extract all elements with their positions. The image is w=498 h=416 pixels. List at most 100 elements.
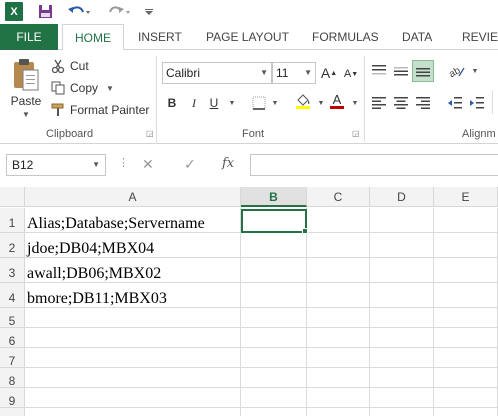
chevron-down-icon[interactable]: ▼ [260, 63, 268, 83]
row-header-8[interactable]: 8 [0, 368, 25, 388]
shrink-font-button[interactable]: A ▼ [342, 65, 360, 83]
cell-d2[interactable] [370, 233, 434, 258]
align-center-button[interactable] [392, 94, 410, 112]
row-header-5[interactable]: 5 [0, 308, 25, 328]
column-header-b[interactable]: B [241, 187, 307, 207]
insert-function-icon[interactable]: fx [222, 156, 234, 171]
cell-b2[interactable] [241, 233, 307, 258]
decrease-indent-button[interactable] [446, 94, 464, 112]
tab-data[interactable]: DATA [402, 24, 432, 50]
cell-e4[interactable] [434, 283, 498, 308]
tab-formulas[interactable]: FORMULAS [312, 24, 379, 50]
cell-a10[interactable] [25, 408, 241, 416]
cancel-icon[interactable]: ✕ [142, 156, 154, 173]
align-top-button[interactable] [370, 62, 388, 80]
format-painter-button[interactable]: Format Painter [50, 100, 149, 120]
tab-file[interactable]: FILE [0, 24, 58, 50]
cell-c6[interactable] [307, 328, 370, 348]
row-header-9[interactable]: 9 [0, 388, 25, 408]
cell-b3[interactable] [241, 258, 307, 283]
grow-font-button[interactable]: A ▲ [320, 64, 338, 82]
name-box[interactable]: B12 ▼ [6, 154, 106, 176]
chevron-down-icon[interactable]: ▼ [304, 63, 312, 83]
select-all-corner[interactable] [0, 187, 25, 207]
cell-c2[interactable] [307, 233, 370, 258]
align-right-button[interactable] [414, 94, 432, 112]
chevron-down-icon[interactable]: ▼ [92, 155, 100, 175]
cell-a6[interactable] [25, 328, 241, 348]
cell-d5[interactable] [370, 308, 434, 328]
cell-e7[interactable] [434, 348, 498, 368]
column-header-a[interactable]: A [25, 187, 241, 207]
cell-a2[interactable]: jdoe;DB04;MBX04 [25, 233, 241, 258]
cell-e5[interactable] [434, 308, 498, 328]
cell-d6[interactable] [370, 328, 434, 348]
cell-d3[interactable] [370, 258, 434, 283]
font-name-combo[interactable]: Calibri ▼ [162, 62, 272, 84]
bold-button[interactable]: B [163, 94, 181, 112]
cell-a8[interactable] [25, 368, 241, 388]
cell-d1[interactable] [370, 208, 434, 233]
cell-c10[interactable] [307, 408, 370, 416]
orientation-button[interactable]: ab [448, 62, 466, 80]
cell-a3[interactable]: awall;DB06;MBX02 [25, 258, 241, 283]
copy-button[interactable]: Copy ▼ [50, 78, 114, 98]
enter-icon[interactable]: ✓ [184, 156, 196, 173]
cell-d8[interactable] [370, 368, 434, 388]
row-header-7[interactable]: 7 [0, 348, 25, 368]
save-button[interactable] [36, 2, 54, 21]
cell-c3[interactable] [307, 258, 370, 283]
redo-button[interactable] [106, 2, 132, 21]
cell-a1[interactable]: Alias;Database;Servername [25, 208, 241, 233]
cell-d7[interactable] [370, 348, 434, 368]
chevron-down-icon[interactable]: ▼ [106, 84, 114, 93]
chevron-down-icon[interactable]: ▼ [223, 94, 241, 112]
font-launcher-icon[interactable]: ◲ [352, 130, 360, 138]
fill-handle[interactable] [302, 228, 308, 234]
customize-toolbar-icon[interactable] [142, 2, 156, 21]
cell-e6[interactable] [434, 328, 498, 348]
row-header-10[interactable]: 10 [0, 408, 25, 416]
italic-button[interactable]: I [185, 94, 203, 112]
row-header-6[interactable]: 6 [0, 328, 25, 348]
cell-c1[interactable] [307, 208, 370, 233]
column-header-c[interactable]: C [307, 187, 370, 207]
cell-e1[interactable] [434, 208, 498, 233]
tab-review[interactable]: REVIEW [462, 24, 498, 50]
clipboard-launcher-icon[interactable]: ◲ [146, 130, 154, 138]
cell-c8[interactable] [307, 368, 370, 388]
cell-b5[interactable] [241, 308, 307, 328]
chevron-down-icon[interactable]: ▼ [266, 94, 284, 112]
formula-bar-grip-icon[interactable]: ⋮ [118, 156, 129, 169]
chevron-down-icon[interactable]: ▼ [466, 62, 484, 80]
cell-a9[interactable] [25, 388, 241, 408]
cell-a5[interactable] [25, 308, 241, 328]
align-left-button[interactable] [370, 94, 388, 112]
column-header-e[interactable]: E [434, 187, 498, 207]
font-color-button[interactable]: A [328, 92, 346, 110]
cell-e10[interactable] [434, 408, 498, 416]
cell-e9[interactable] [434, 388, 498, 408]
increase-indent-button[interactable] [468, 94, 486, 112]
row-header-1[interactable]: 1 [0, 208, 25, 233]
chevron-down-icon[interactable]: ▼ [346, 94, 364, 112]
cell-d10[interactable] [370, 408, 434, 416]
align-middle-button[interactable] [392, 62, 410, 80]
cell-e2[interactable] [434, 233, 498, 258]
cell-e8[interactable] [434, 368, 498, 388]
tab-home[interactable]: HOME [62, 24, 124, 51]
fill-color-button[interactable] [294, 92, 312, 110]
cell-d4[interactable] [370, 283, 434, 308]
cell-b9[interactable] [241, 388, 307, 408]
cut-button[interactable]: Cut [50, 56, 89, 76]
align-bottom-button[interactable] [412, 60, 434, 82]
cell-b7[interactable] [241, 348, 307, 368]
tab-page-layout[interactable]: PAGE LAYOUT [206, 24, 289, 50]
chevron-down-icon[interactable]: ▼ [22, 110, 30, 119]
row-header-4[interactable]: 4 [0, 283, 25, 308]
cell-e3[interactable] [434, 258, 498, 283]
cell-c4[interactable] [307, 283, 370, 308]
underline-button[interactable]: U [205, 94, 223, 112]
row-header-2[interactable]: 2 [0, 233, 25, 258]
undo-button[interactable] [66, 2, 92, 21]
